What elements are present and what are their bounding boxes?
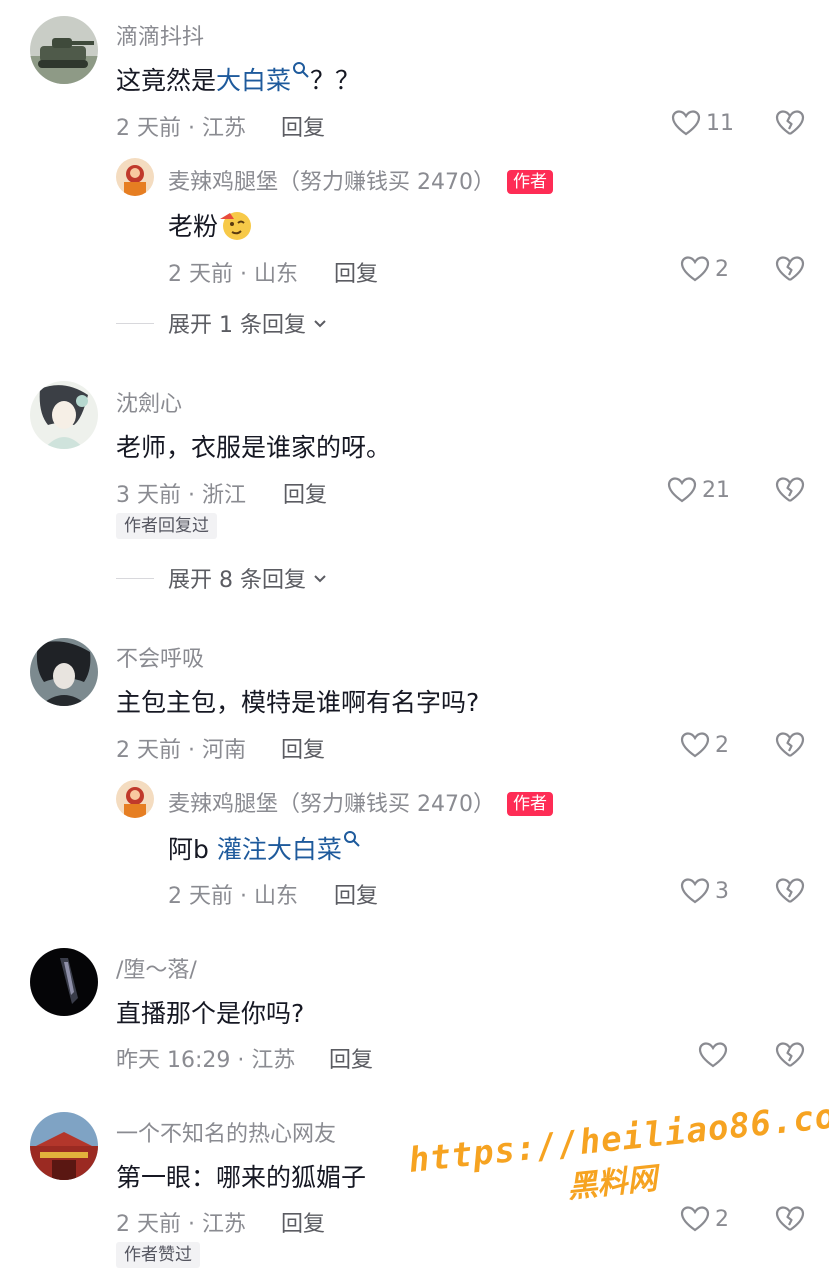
comment-meta: 昨天 16:29 · 江苏 [116,1048,296,1073]
expand-replies-label: 展开 8 条回复 [168,568,306,593]
author-liked-chip: 作者赞过 [116,1242,200,1268]
reply-meta: 2 天前 · 山东 [168,884,298,909]
like-button[interactable]: 2 [679,728,729,762]
chevron-down-icon [314,575,326,583]
reply-username-text: 麦辣鸡腿堡（努力赚钱买 2470） [168,170,495,195]
reply-text: 阿b 灌注大白菜 [168,830,361,866]
chevron-down-icon [314,320,326,328]
dislike-button[interactable] [774,253,806,285]
like-button[interactable]: 11 [670,106,734,140]
heart-icon [667,477,697,503]
like-button[interactable]: 2 [679,252,729,286]
comment-text: 直播那个是你吗? [116,999,305,1028]
like-button[interactable]: 21 [666,473,730,507]
comment-username[interactable]: 不会呼吸 [116,641,204,673]
like-button[interactable]: 2 [679,1202,729,1236]
comment-text-part: ？？ [310,66,361,95]
like-button[interactable] [697,1038,733,1072]
reply-text-part: 老粉 [168,212,219,241]
comment-meta: 2 天前 · 河南 [116,738,246,763]
reply-button[interactable]: 回复 [281,1206,325,1238]
broken-heart-icon [775,110,805,135]
author-badge: 作者 [506,170,553,194]
comment-text: 主包主包，模特是谁啊有名字吗? [116,688,480,717]
reply-button[interactable]: 回复 [281,110,325,142]
keyword-link[interactable]: 灌注大白菜 [217,835,342,864]
divider-line [116,322,154,324]
avatar[interactable] [30,381,98,449]
dislike-button[interactable] [774,875,806,907]
search-icon[interactable] [343,830,361,848]
comment-meta: 2 天前 · 江苏 [116,1212,246,1237]
dislike-button[interactable] [774,107,806,139]
broken-heart-icon [775,256,805,281]
comment-text: 这竟然是大白菜 ？？ [116,61,360,97]
like-count: 2 [715,256,729,282]
comment-username[interactable]: 一个不知名的热心网友 [116,1116,336,1148]
watermark: https://heiliao86.com 黑料网 [407,1094,829,1222]
reply-button[interactable]: 回复 [334,878,378,910]
like-button[interactable]: 3 [679,874,729,908]
comment-text: 第一眼：哪来的狐媚子 [116,1163,367,1192]
reply-button[interactable]: 回复 [281,732,325,764]
heart-icon [680,1206,710,1232]
avatar[interactable] [30,1112,98,1180]
comment-username[interactable]: 沈劍心 [116,386,182,418]
reply-meta: 2 天前 · 山东 [168,262,298,287]
comment-meta: 2 天前 · 江苏 [116,116,246,141]
heart-icon [671,110,701,136]
comment-username[interactable]: /堕～落/ [116,952,197,984]
heart-icon [680,878,710,904]
comment-text-part: 这竟然是 [116,66,217,95]
dislike-button[interactable] [774,474,806,506]
like-count: 21 [702,477,730,503]
broken-heart-icon [775,732,805,757]
reply-button[interactable]: 回复 [334,256,378,288]
avatar[interactable] [116,158,154,196]
search-icon[interactable] [292,61,310,79]
reply-username-text: 麦辣鸡腿堡（努力赚钱买 2470） [168,792,495,817]
dislike-button[interactable] [774,1203,806,1235]
like-count: 3 [715,878,729,904]
like-count: 11 [706,110,734,136]
author-badge: 作者 [506,792,553,816]
heart-icon [698,1042,728,1068]
heart-icon [680,256,710,282]
expand-replies-label: 展开 1 条回复 [168,313,306,338]
reply-username[interactable]: 麦辣鸡腿堡（努力赚钱买 2470） 作者 [168,786,553,818]
dislike-button[interactable] [774,729,806,761]
emoji-icon [220,212,252,240]
comment-meta: 3 天前 · 浙江 [116,483,246,508]
reply-text-part: 阿b [168,835,217,864]
dislike-button[interactable] [774,1039,806,1071]
reply-button[interactable]: 回复 [283,477,327,509]
avatar[interactable] [30,948,98,1016]
reply-text: 老粉 [168,207,252,243]
avatar[interactable] [30,638,98,706]
comment-text: 老师，衣服是谁家的呀。 [116,433,392,462]
like-count: 2 [715,1206,729,1232]
like-count: 2 [715,732,729,758]
author-replied-chip: 作者回复过 [116,513,217,539]
keyword-link[interactable]: 大白菜 [216,66,291,95]
expand-replies-button[interactable]: 展开 8 条回复 [116,562,328,594]
broken-heart-icon [775,477,805,502]
broken-heart-icon [775,1042,805,1067]
comment-username[interactable]: 滴滴抖抖 [116,19,204,51]
divider-line [116,577,154,579]
reply-button[interactable]: 回复 [329,1042,373,1074]
reply-username[interactable]: 麦辣鸡腿堡（努力赚钱买 2470） 作者 [168,164,553,196]
avatar[interactable] [30,16,98,84]
broken-heart-icon [775,1206,805,1231]
broken-heart-icon [775,878,805,903]
expand-replies-button[interactable]: 展开 1 条回复 [116,307,328,339]
heart-icon [680,732,710,758]
avatar[interactable] [116,780,154,818]
